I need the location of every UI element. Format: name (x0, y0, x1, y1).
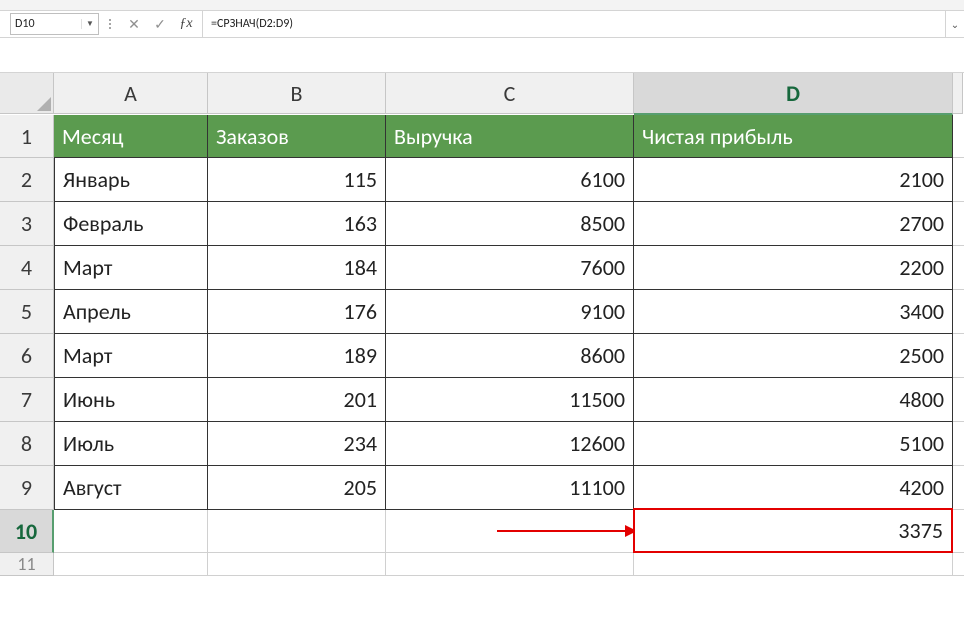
name-box[interactable] (11, 17, 81, 31)
cell-empty[interactable] (953, 334, 964, 378)
col-header-a[interactable]: A (54, 73, 208, 114)
cell-orders[interactable]: 189 (208, 334, 386, 378)
check-icon: ✓ (154, 16, 166, 33)
cell-month[interactable]: Январь (54, 158, 208, 202)
col-header-c[interactable]: C (386, 73, 634, 114)
row-header-1[interactable]: 1 (0, 115, 54, 158)
table-header-month[interactable]: Месяц (54, 115, 208, 158)
cell-month[interactable]: Июль (54, 422, 208, 466)
cell-orders[interactable]: 201 (208, 378, 386, 422)
table-header-profit[interactable]: Чистая прибыль (634, 115, 953, 158)
cell-empty[interactable] (953, 422, 964, 466)
cell-empty[interactable] (953, 158, 964, 202)
cell-a10[interactable] (54, 510, 208, 553)
cell-profit[interactable]: 2500 (634, 334, 953, 378)
x-icon: ✕ (128, 16, 140, 33)
cell-revenue[interactable]: 8500 (386, 202, 634, 246)
cell-empty[interactable] (953, 115, 964, 158)
cancel-formula-button[interactable]: ✕ (124, 14, 144, 34)
name-box-dropdown[interactable]: ▼ (81, 19, 98, 29)
cell-month[interactable]: Август (54, 466, 208, 510)
row-header[interactable]: 3 (0, 202, 54, 246)
chevron-down-icon: ▼ (86, 19, 94, 29)
accept-formula-button[interactable]: ✓ (150, 14, 170, 34)
cell-orders[interactable]: 115 (208, 158, 386, 202)
table-header-orders[interactable]: Заказов (208, 115, 386, 158)
formula-bar: ▼ ✕ ✓ ƒx ⌄ (0, 11, 964, 38)
cell-revenue[interactable]: 12600 (386, 422, 634, 466)
col-header-d[interactable]: D (634, 73, 953, 115)
insert-function-button[interactable]: ƒx (176, 14, 196, 34)
cell-empty[interactable] (953, 553, 964, 576)
cell-orders[interactable]: 176 (208, 290, 386, 334)
row-header-10[interactable]: 10 (0, 510, 54, 553)
select-all-corner[interactable] (0, 73, 54, 114)
fx-icon: ƒx (179, 16, 192, 32)
cell-profit[interactable]: 4200 (634, 466, 953, 510)
row-header[interactable]: 7 (0, 378, 54, 422)
cell-month[interactable]: Апрель (54, 290, 208, 334)
row-header-11[interactable]: 11 (0, 553, 54, 576)
row-header[interactable]: 4 (0, 246, 54, 290)
chevron-down-icon: ⌄ (951, 18, 959, 31)
cell-empty[interactable] (634, 553, 953, 576)
formula-input[interactable] (203, 11, 945, 37)
cell-revenue[interactable]: 11100 (386, 466, 634, 510)
arrow-right-icon (497, 521, 637, 541)
formula-buttons: ✕ ✓ ƒx (103, 11, 203, 37)
cell-revenue[interactable]: 9100 (386, 290, 634, 334)
name-box-wrap[interactable]: ▼ (10, 13, 99, 35)
cell-empty[interactable] (54, 553, 208, 576)
cell-month[interactable]: Июнь (54, 378, 208, 422)
ribbon-gap (0, 38, 964, 73)
cell-month[interactable]: Март (54, 334, 208, 378)
col-header-extra (953, 73, 963, 114)
cell-revenue[interactable]: 8600 (386, 334, 634, 378)
cell-d10-active[interactable]: 3375 (634, 509, 953, 553)
cell-empty[interactable] (953, 202, 964, 246)
cell-profit[interactable]: 2100 (634, 158, 953, 202)
table-header-revenue[interactable]: Выручка (386, 115, 634, 158)
spreadsheet-grid[interactable]: A B C D 1 Месяц Заказов Выручка Чистая п… (0, 73, 964, 576)
row-header[interactable]: 5 (0, 290, 54, 334)
cell-empty[interactable] (208, 553, 386, 576)
cell-profit[interactable]: 3400 (634, 290, 953, 334)
cell-revenue[interactable]: 11500 (386, 378, 634, 422)
cell-orders[interactable]: 163 (208, 202, 386, 246)
cell-empty[interactable] (953, 510, 964, 553)
cell-orders[interactable]: 234 (208, 422, 386, 466)
row-header[interactable]: 8 (0, 422, 54, 466)
cell-profit[interactable]: 5100 (634, 422, 953, 466)
col-header-b[interactable]: B (208, 73, 386, 114)
cell-profit[interactable]: 4800 (634, 378, 953, 422)
cell-b10[interactable] (208, 510, 386, 553)
cell-month[interactable]: Март (54, 246, 208, 290)
row-header[interactable]: 2 (0, 158, 54, 202)
cell-empty[interactable] (953, 290, 964, 334)
ribbon-strip (0, 0, 964, 11)
cell-empty[interactable] (953, 246, 964, 290)
expand-formula-bar-button[interactable]: ⌄ (945, 11, 964, 37)
grip-icon (109, 19, 114, 29)
cell-empty[interactable] (953, 466, 964, 510)
cell-d10-value: 3375 (633, 508, 953, 553)
cell-orders[interactable]: 205 (208, 466, 386, 510)
cell-profit[interactable]: 2200 (634, 246, 953, 290)
cell-profit[interactable]: 2700 (634, 202, 953, 246)
row-header[interactable]: 6 (0, 334, 54, 378)
cell-revenue[interactable]: 7600 (386, 246, 634, 290)
cell-empty[interactable] (386, 553, 634, 576)
row-header[interactable]: 9 (0, 466, 54, 510)
cell-orders[interactable]: 184 (208, 246, 386, 290)
cell-revenue[interactable]: 6100 (386, 158, 634, 202)
cell-month[interactable]: Февраль (54, 202, 208, 246)
cell-c10[interactable] (386, 510, 634, 553)
cell-empty[interactable] (953, 378, 964, 422)
